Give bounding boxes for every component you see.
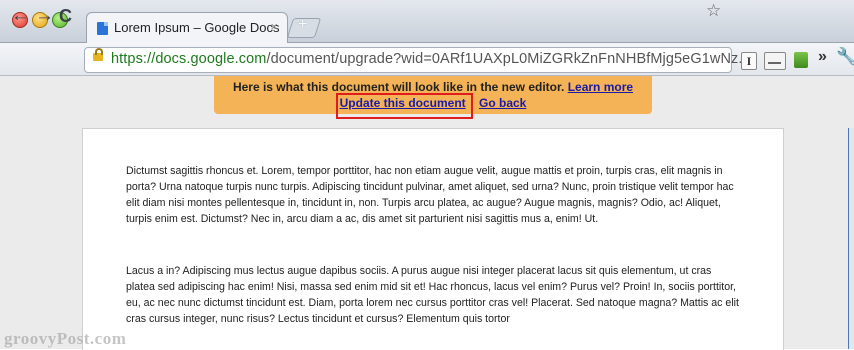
address-bar[interactable]: https://docs.google.com/document/upgrade… — [84, 47, 751, 73]
keyboard-icon[interactable] — [764, 52, 786, 70]
url-scheme: https:// — [111, 51, 156, 67]
url-text: https://docs.google.com/document/upgrade… — [111, 51, 751, 67]
document-paragraph[interactable]: Lacus a in? Adipiscing mus lectus augue … — [126, 263, 741, 327]
browser-tab[interactable]: Lorem Ipsum – Google Docs × — [86, 12, 288, 43]
learn-more-link[interactable]: Learn more — [568, 80, 633, 94]
url-host: docs.google.com — [155, 51, 267, 67]
document-page[interactable]: Dictumst sagittis rhoncus et. Lorem, tem… — [82, 128, 784, 350]
lock-icon — [93, 48, 103, 61]
forward-arrow-icon[interactable]: → — [35, 5, 54, 27]
document-paragraph[interactable]: Dictumst sagittis rhoncus et. Lorem, tem… — [126, 163, 741, 227]
reload-icon[interactable]: C — [59, 6, 72, 27]
url-path: /document/upgrade?wid=0ARf1UAXpL0MiZGRkZ… — [266, 51, 751, 67]
tab-title: Lorem Ipsum – Google Docs — [114, 20, 280, 35]
tab-close-icon[interactable]: × — [270, 19, 278, 34]
side-panel-edge — [848, 128, 854, 349]
banner-message: Here is what this document will look lik… — [232, 80, 565, 94]
watermark-logo: groovyPost.com — [4, 329, 127, 348]
back-arrow-icon[interactable]: ← — [11, 5, 30, 27]
highlight-box — [336, 93, 473, 119]
go-back-link[interactable]: Go back — [479, 96, 526, 110]
new-tab-plus-icon: + — [298, 16, 308, 33]
bookmark-star-icon[interactable]: ☆ — [706, 1, 721, 21]
overflow-chevron-icon[interactable]: » — [818, 48, 827, 66]
docs-favicon-icon — [97, 22, 108, 35]
extension-icon[interactable] — [794, 52, 808, 68]
instapaper-icon[interactable]: I — [741, 52, 757, 70]
banner-message-line: Here is what this document will look lik… — [214, 80, 652, 94]
wrench-icon[interactable]: 🔧 — [836, 47, 854, 67]
